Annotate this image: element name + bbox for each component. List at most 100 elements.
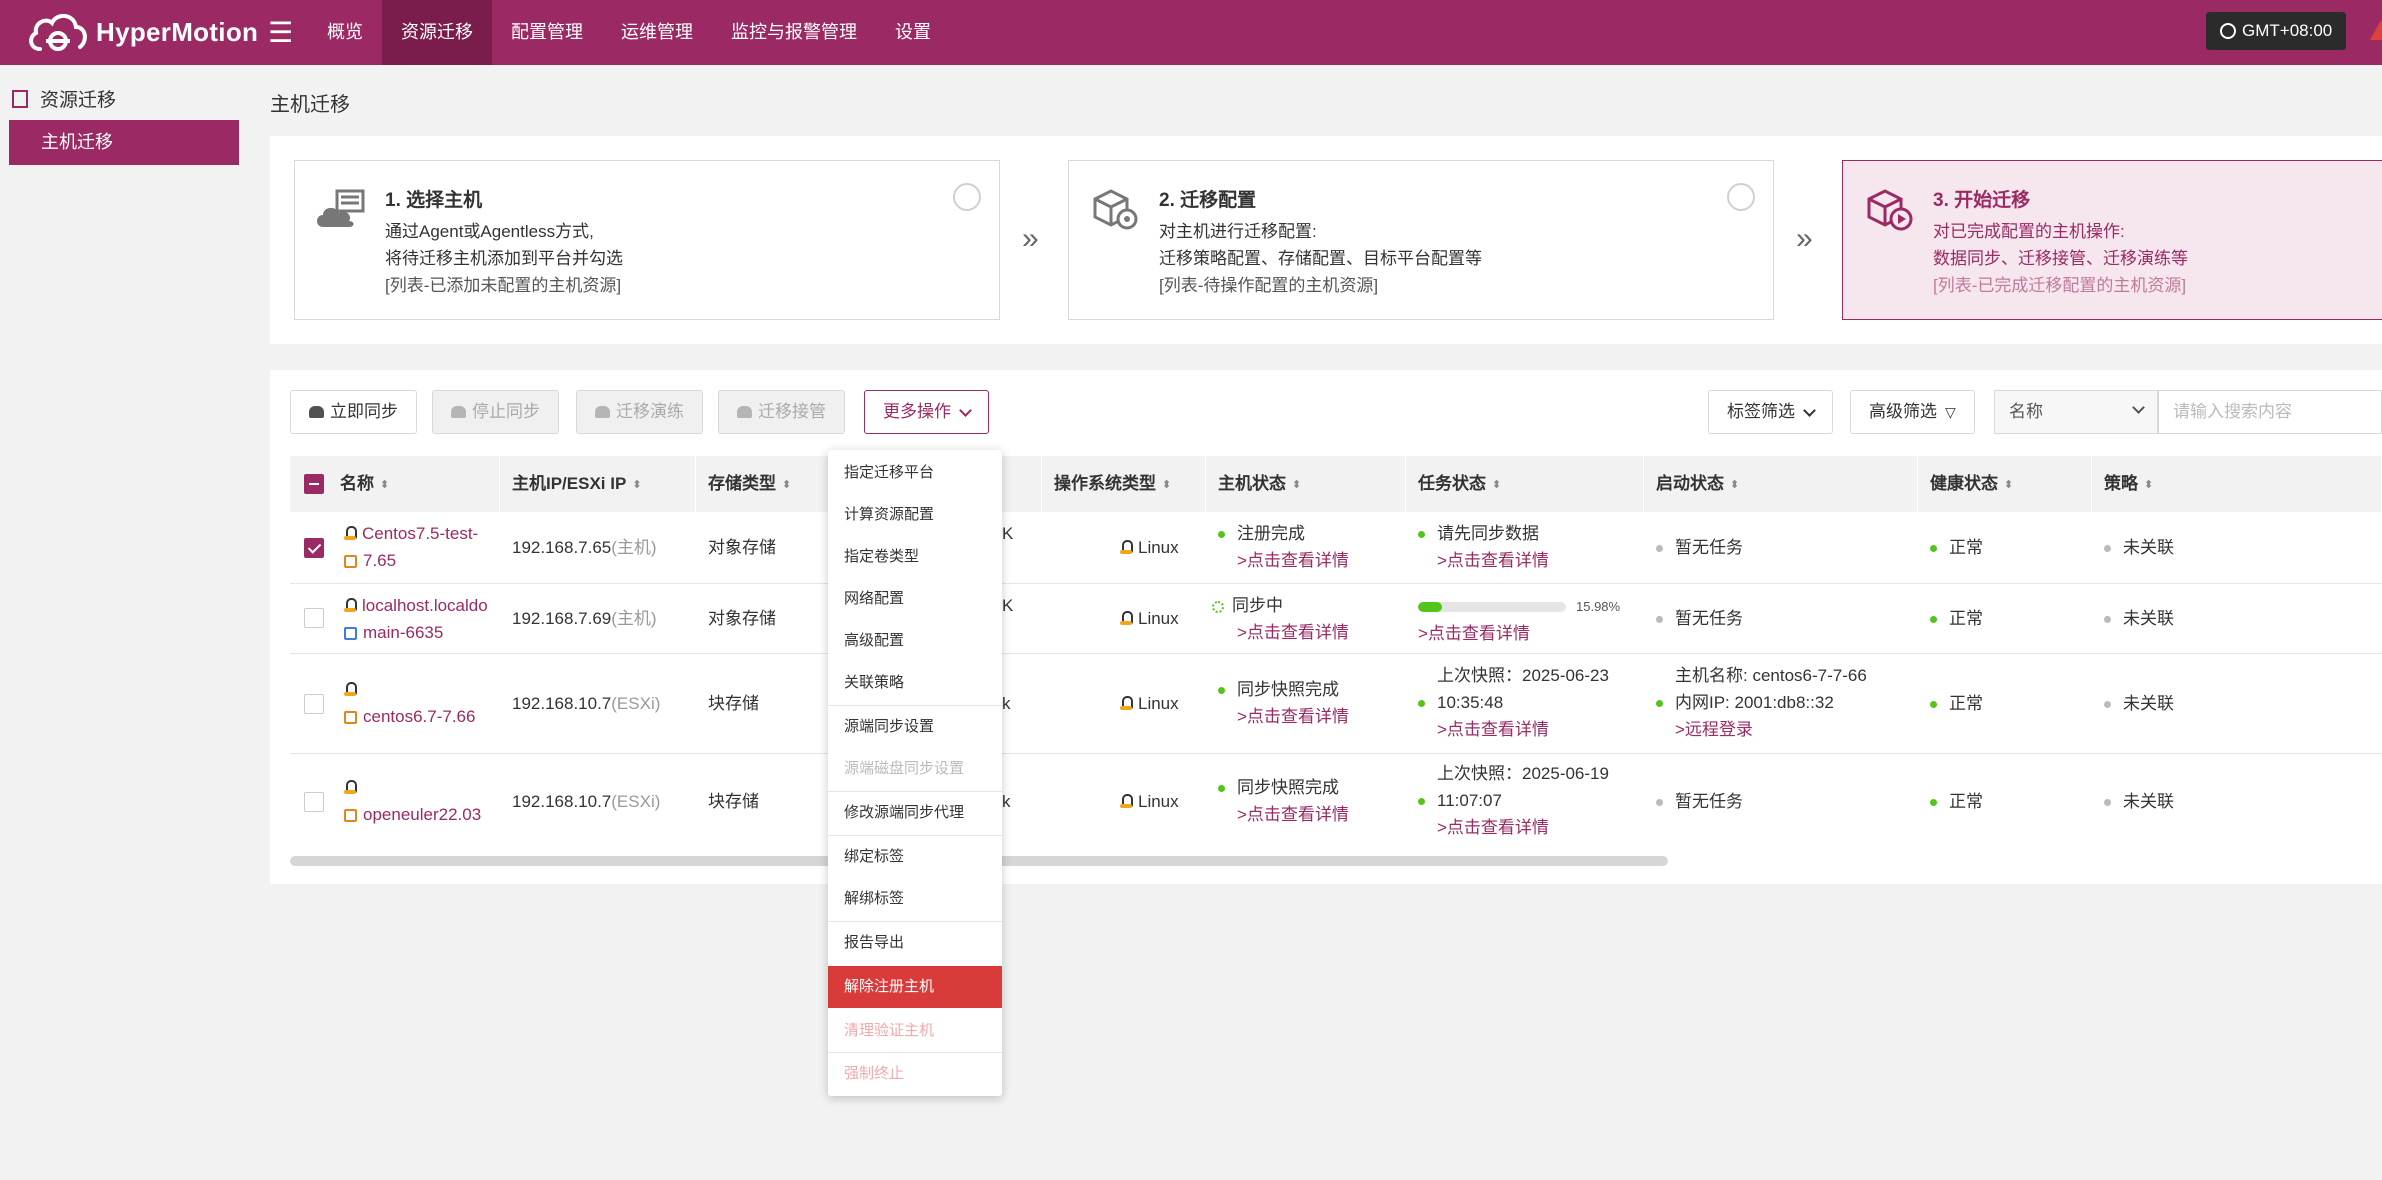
col-host-status-label: 主机状态: [1218, 474, 1286, 493]
ip-value: 192.168.7.69: [512, 609, 612, 628]
nav-overview[interactable]: 概览: [308, 0, 382, 65]
nav-monitoring-alerts[interactable]: 监控与报警管理: [712, 0, 876, 65]
menu-item-advanced-config[interactable]: 高级配置: [828, 620, 1002, 662]
table-row[interactable]: localhost.localdo main-6635 192.168.7.69…: [290, 584, 2382, 654]
remote-login-link[interactable]: >远程登录: [1675, 720, 1753, 739]
status-dot: [1930, 701, 1937, 709]
host-name[interactable]: centos6.7-7.66: [344, 676, 500, 730]
status-dot: [1930, 799, 1937, 807]
col-os[interactable]: 操作系统类型 ⬍: [1042, 456, 1206, 512]
task-detail-link[interactable]: >点击查看详情: [1437, 818, 1549, 837]
takeover-icon: [737, 406, 752, 418]
col-health[interactable]: 健康状态 ⬍: [1918, 456, 2092, 512]
table-row[interactable]: Centos7.5-test- 7.65 192.168.7.65(主机) 对象…: [290, 512, 2382, 584]
step-select-host[interactable]: 1. 选择主机 通过Agent或Agentless方式, 将待迁移主机添加到平台…: [294, 160, 1000, 320]
task-detail-link[interactable]: >点击查看详情: [1437, 720, 1549, 739]
host-ip: 192.168.10.7(ESXi): [512, 788, 660, 815]
nav-config-management[interactable]: 配置管理: [492, 0, 602, 65]
host-name[interactable]: openeuler22.03: [344, 774, 500, 828]
sidebar-item-host-migration[interactable]: 主机迁移: [9, 120, 239, 165]
ip-value: 192.168.10.7: [512, 694, 612, 713]
col-storage-label: 存储类型: [708, 474, 776, 493]
health-status: 正常: [1930, 534, 1983, 561]
col-task-status[interactable]: 任务状态 ⬍: [1406, 456, 1644, 512]
menu-item-clean-verify-host[interactable]: 清理验证主机: [828, 1010, 1002, 1052]
menu-item-source-sync-settings[interactable]: 源端同步设置: [828, 706, 1002, 748]
stop-sync-button[interactable]: 停止同步: [432, 390, 559, 434]
menu-item-network-config[interactable]: 网络配置: [828, 578, 1002, 620]
step-radio[interactable]: [953, 183, 981, 211]
sync-now-button[interactable]: 立即同步: [290, 390, 417, 434]
task-detail-link[interactable]: >点击查看详情: [1418, 624, 1530, 643]
host-detail-link[interactable]: >点击查看详情: [1237, 623, 1349, 642]
nav-ops-management[interactable]: 运维管理: [602, 0, 712, 65]
table-row[interactable]: openeuler22.03 192.168.10.7(ESXi) 块存储 k …: [290, 754, 2382, 850]
menu-item-modify-sync-proxy[interactable]: 修改源端同步代理: [828, 792, 1002, 834]
host-name-line[interactable]: centos6.7-7.66: [363, 707, 475, 726]
policy-text: 未关联: [2123, 792, 2174, 811]
host-type-icon: [344, 809, 357, 822]
menu-item-unregister-host[interactable]: 解除注册主机: [828, 966, 1002, 1008]
step-migration-config[interactable]: 2. 迁移配置 对主机进行迁移配置: 迁移策略配置、存储配置、目标平台配置等 […: [1068, 160, 1774, 320]
tag-filter-button[interactable]: 标签筛选: [1708, 390, 1833, 434]
col-host-status[interactable]: 主机状态 ⬍: [1206, 456, 1406, 512]
col-boot-status[interactable]: 启动状态 ⬍: [1644, 456, 1918, 512]
host-name-line[interactable]: main-6635: [363, 623, 443, 642]
health-text: 正常: [1949, 609, 1983, 628]
host-detail-link[interactable]: >点击查看详情: [1237, 551, 1349, 570]
row-checkbox[interactable]: [304, 792, 324, 812]
col-health-label: 健康状态: [1930, 474, 1998, 493]
linux-icon: [344, 598, 357, 613]
host-name[interactable]: Centos7.5-test- 7.65: [344, 520, 500, 574]
table-row[interactable]: centos6.7-7.66 192.168.10.7(ESXi) 块存储 k …: [290, 654, 2382, 754]
host-name-line[interactable]: openeuler22.03: [363, 805, 481, 824]
migration-drill-button[interactable]: 迁移演练: [576, 390, 703, 434]
menu-item-unbind-tag[interactable]: 解绑标签: [828, 878, 1002, 920]
alert-icon[interactable]: [2370, 20, 2382, 40]
row-checkbox[interactable]: [304, 608, 324, 628]
host-ip: 192.168.7.65(主机): [512, 534, 657, 561]
row-checkbox[interactable]: [304, 538, 324, 558]
select-all-checkbox[interactable]: [304, 474, 324, 494]
health-status: 正常: [1930, 690, 1983, 717]
sort-icon: ⬍: [1492, 478, 1502, 491]
host-name-line[interactable]: Centos7.5-test-: [362, 524, 478, 543]
menu-item-bind-tag[interactable]: 绑定标签: [828, 836, 1002, 878]
menu-item-export-report[interactable]: 报告导出: [828, 922, 1002, 964]
row-checkbox[interactable]: [304, 694, 324, 714]
status-dot: [1656, 545, 1663, 553]
more-actions-button[interactable]: 更多操作: [864, 390, 989, 434]
step-start-migration[interactable]: 3. 开始迁移 对已完成配置的主机操作: 数据同步、迁移接管、迁移演练等 [列表…: [1842, 160, 2382, 320]
host-name-line[interactable]: 7.65: [363, 551, 396, 570]
search-field-select[interactable]: 名称: [1994, 390, 2158, 434]
host-detail-link[interactable]: >点击查看详情: [1237, 707, 1349, 726]
menu-item-assign-platform[interactable]: 指定迁移平台: [828, 452, 1002, 494]
host-name-line[interactable]: localhost.localdo: [362, 596, 488, 615]
task-status: 请先同步数据 >点击查看详情: [1418, 520, 1549, 574]
col-policy[interactable]: 策略 ⬍: [2092, 456, 2382, 512]
nav-settings[interactable]: 设置: [876, 0, 950, 65]
chevron-down-icon: [1803, 403, 1816, 417]
menu-item-link-policy[interactable]: 关联策略: [828, 662, 1002, 704]
menu-item-force-terminate[interactable]: 强制终止: [828, 1053, 1002, 1095]
menu-item-compute-config[interactable]: 计算资源配置: [828, 494, 1002, 536]
menu-toggle-icon[interactable]: ☰: [268, 16, 308, 49]
app-logo[interactable]: HyperMotion: [26, 11, 258, 55]
boot-status: 暂无任务: [1656, 534, 1743, 561]
menu-item-source-disk-sync-settings[interactable]: 源端磁盘同步设置: [828, 748, 1002, 790]
menu-item-volume-type[interactable]: 指定卷类型: [828, 536, 1002, 578]
sort-icon: ⬍: [1730, 478, 1740, 491]
migration-takeover-button[interactable]: 迁移接管: [718, 390, 845, 434]
task-detail-link[interactable]: >点击查看详情: [1437, 551, 1549, 570]
timezone-badge[interactable]: GMT+08:00: [2206, 12, 2347, 50]
col-name[interactable]: 名称 ⬍: [330, 456, 500, 512]
nav-resource-migration[interactable]: 资源迁移: [382, 0, 492, 65]
top-nav-bar: HyperMotion ☰ 概览 资源迁移 配置管理 运维管理 监控与报警管理 …: [0, 0, 2382, 65]
search-input[interactable]: 请输入搜索内容: [2158, 390, 2382, 434]
col-ip[interactable]: 主机IP/ESXi IP ⬍: [500, 456, 696, 512]
advanced-filter-button[interactable]: 高级筛选 ▽: [1850, 390, 1975, 434]
step-radio[interactable]: [1727, 183, 1755, 211]
sort-icon: ⬍: [2144, 478, 2154, 491]
host-name[interactable]: localhost.localdo main-6635: [344, 592, 500, 646]
host-detail-link[interactable]: >点击查看详情: [1237, 805, 1349, 824]
